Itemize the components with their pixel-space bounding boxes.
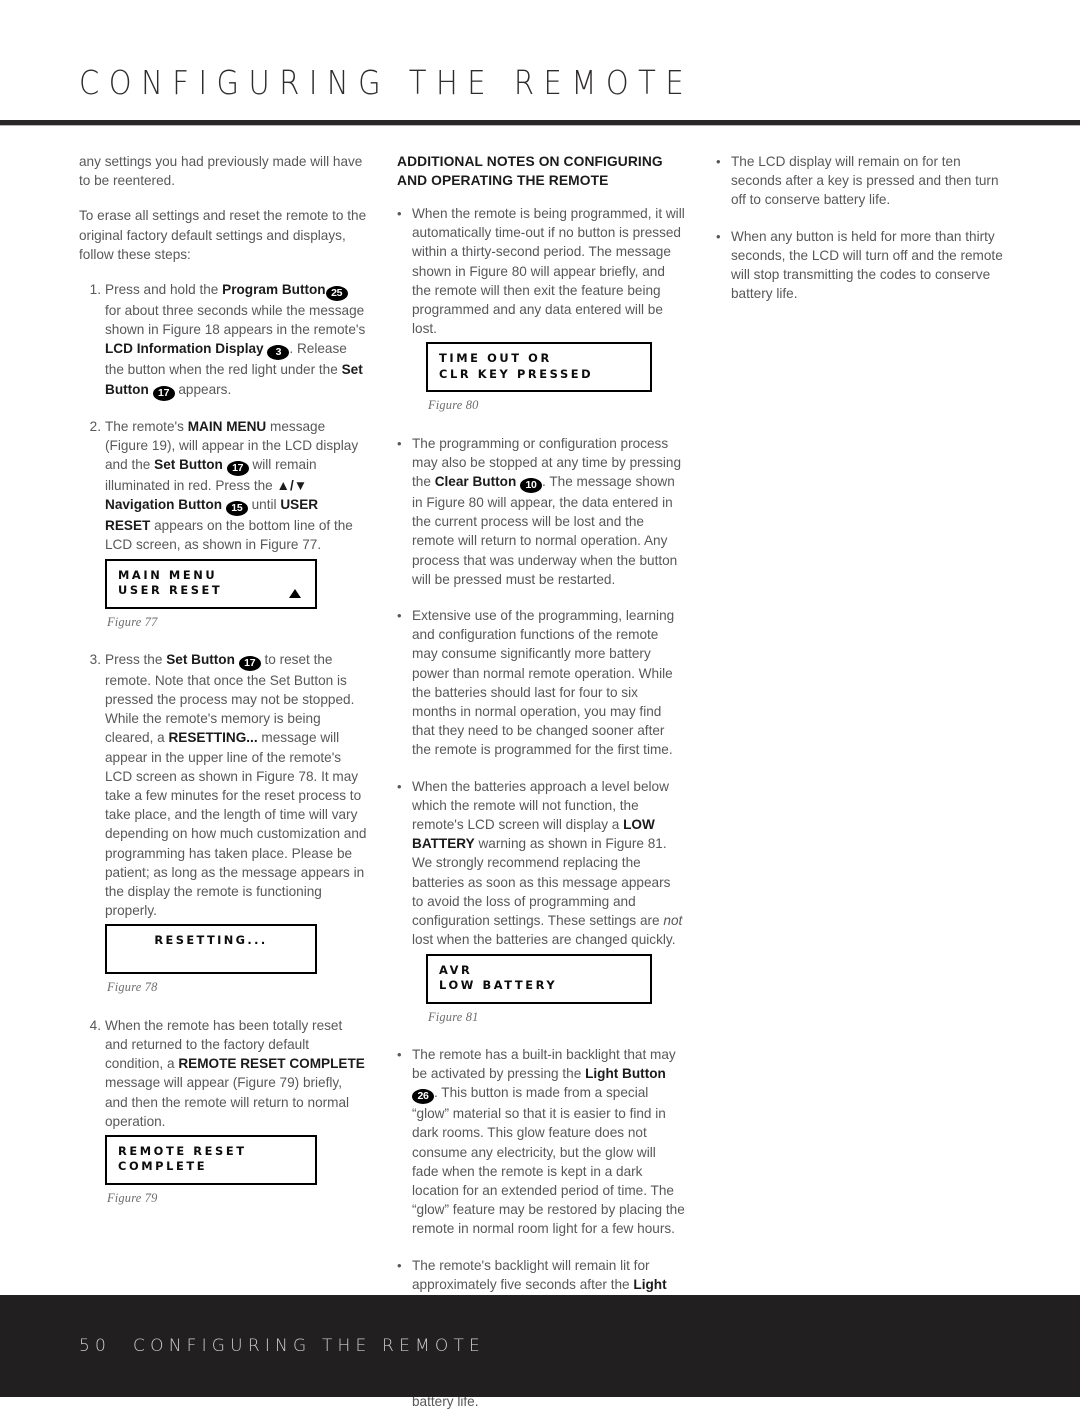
bullet-text: The remote's backlight will remain lit f… [412, 1257, 650, 1292]
bullet-item-low-battery: When the batteries approach a level belo… [397, 777, 685, 1027]
step-text: message will appear (Figure 79) briefly,… [105, 1075, 350, 1129]
step-text: for about three seconds while the messag… [105, 303, 366, 338]
page-number: 50 [79, 1336, 112, 1356]
lcd-line-2: CLR KEY PRESSED [439, 366, 594, 381]
step-text: The remote's [105, 418, 188, 434]
column-one: any settings you had previously made wil… [79, 152, 367, 1226]
header-divider [0, 120, 1080, 126]
figure-79-block: REMOTE RESET COMPLETE Figure 79 [105, 1134, 367, 1208]
section-heading-line-1: ADDITIONAL NOTES ON CONFIGURING [397, 154, 663, 169]
clear-button-label: Clear Button [434, 474, 517, 490]
lcd-line-1: AVR [439, 962, 473, 977]
lcd-line-1: MAIN MENU [118, 567, 218, 582]
lcd-line-1: RESETTING... [154, 933, 268, 948]
remote-reset-complete-label: REMOTE RESET COMPLETE [178, 1056, 365, 1072]
reset-steps-list: 1. Press and hold the Program Button 25 fo… [79, 280, 367, 1208]
callout-10-icon: 10 [520, 478, 543, 494]
bullet-item-timeout: When the remote is being programmed, it … [397, 204, 685, 416]
figure-78-block: RESETTING... Figure 78 [105, 924, 367, 997]
figure-caption-79: Figure 79 [107, 1190, 158, 1205]
intro-paragraph-2: To erase all settings and reset the remo… [79, 208, 367, 262]
bullet-text: When the remote is being programmed, it … [412, 206, 685, 337]
step-text: until [247, 497, 281, 513]
step-item-4: 4. When the remote has been totally reset… [79, 1016, 367, 1208]
lcd-screen-figure-77: MAIN MENU USER RESET [105, 558, 317, 609]
bullet-item-battery-usage: Extensive use of the programming, learni… [397, 606, 685, 760]
figure-caption-78: Figure 78 [107, 980, 158, 995]
program-button-label: Program Button [222, 282, 326, 298]
callout-25-icon: 25 [325, 286, 348, 302]
emphasis-not: not [663, 913, 683, 929]
figure-caption-80: Figure 80 [428, 398, 479, 413]
lcd-screen-figure-80: TIME OUT OR CLR KEY PRESSED [426, 342, 652, 393]
lcd-screen-figure-78: RESETTING... [105, 924, 317, 975]
step-number: 4. [89, 1017, 101, 1033]
lcd-line-2-empty [118, 949, 304, 965]
figure-77-block: MAIN MENU USER RESET Figure 77 [105, 558, 367, 632]
callout-17-icon: 17 [226, 461, 249, 477]
notes-bullet-list-continued: The LCD display will remain on for ten s… [716, 152, 1004, 303]
bullet-item-clear-button: The programming or configuration process… [397, 434, 685, 589]
resetting-label: RESETTING... [168, 730, 258, 746]
callout-17-icon: 17 [152, 385, 175, 401]
footer-section-title: CONFIGURING THE REMOTE [133, 1336, 485, 1356]
step-number: 2. [89, 418, 101, 434]
page-header: CONFIGURING THE REMOTE [0, 0, 1080, 126]
bullet-text: . This button is made from a special “gl… [412, 1085, 685, 1237]
lcd-line-2: LOW BATTERY [439, 978, 558, 992]
section-heading-line-2: AND OPERATING THE REMOTE [397, 173, 609, 188]
bullet-text: . The message shown in Figure 80 will ap… [412, 474, 678, 587]
lcd-screen-figure-79: REMOTE RESET COMPLETE [105, 1134, 317, 1185]
step-text: Press the [105, 651, 167, 667]
bullet-text: When any button is held for more than th… [731, 228, 1003, 302]
step-number: 1. [89, 282, 101, 298]
set-button-label: Set Button [154, 457, 223, 473]
callout-3-icon: 3 [267, 345, 290, 361]
page-title: CONFIGURING THE REMOTE [79, 64, 694, 103]
scroll-up-arrow-icon [289, 588, 301, 598]
lcd-screen-figure-81: AVR LOW BATTERY [426, 953, 652, 1004]
figure-caption-81: Figure 81 [428, 1009, 479, 1024]
section-heading: ADDITIONAL NOTES ON CONFIGURING AND OPER… [397, 152, 685, 190]
step-text: Press and hold the [105, 282, 223, 298]
lcd-line-1: TIME OUT OR [439, 351, 552, 366]
step-text: appears. [174, 381, 232, 397]
callout-26-icon: 26 [412, 1089, 434, 1105]
column-three: The LCD display will remain on for ten s… [716, 152, 1004, 320]
callout-15-icon: 15 [225, 501, 248, 517]
figure-80-block: TIME OUT OR CLR KEY PRESSED Figure 80 [426, 342, 685, 415]
bullet-text: The LCD display will remain on for ten s… [731, 154, 999, 208]
page-footer: 50 CONFIGURING THE REMOTE [0, 1295, 1080, 1397]
callout-17-icon: 17 [238, 655, 261, 671]
notes-bullet-list: When the remote is being programmed, it … [397, 204, 685, 1411]
lcd-line-1: REMOTE RESET [118, 1143, 247, 1158]
light-button-label: Light Button [585, 1065, 666, 1081]
footer-content: 50 CONFIGURING THE REMOTE [79, 1336, 485, 1356]
intro-paragraph-1: any settings you had previously made wil… [79, 154, 363, 189]
figure-caption-77: Figure 77 [107, 614, 158, 629]
step-item-1: 1. Press and hold the Program Button 25 fo… [79, 280, 367, 401]
lcd-line-2: COMPLETE [118, 1159, 208, 1174]
bullet-item-lcd-timeout: The LCD display will remain on for ten s… [716, 152, 1004, 210]
set-button-label: Set Button [166, 651, 235, 667]
figure-81-block: AVR LOW BATTERY Figure 81 [426, 953, 685, 1027]
bullet-text: Extensive use of the programming, learni… [412, 608, 675, 758]
bullet-text: lost when the batteries are changed quic… [412, 932, 676, 948]
bullet-item-button-held: When any button is held for more than th… [716, 227, 1004, 304]
lcd-information-display-label: LCD Information Display [105, 341, 264, 357]
step-item-2: 2. The remote's MAIN MENU message (Figure… [79, 417, 367, 632]
step-number: 3. [89, 651, 101, 667]
lcd-line-2: USER RESET [118, 583, 223, 598]
main-menu-label: MAIN MENU [187, 418, 267, 434]
column-two: ADDITIONAL NOTES ON CONFIGURING AND OPER… [397, 152, 685, 1428]
step-text: message will appear in the upper line of… [105, 730, 367, 919]
step-item-3: 3. Press the Set Button 17 to reset the r… [79, 650, 367, 998]
bullet-item-backlight: The remote has a built-in backlight that… [397, 1045, 685, 1239]
